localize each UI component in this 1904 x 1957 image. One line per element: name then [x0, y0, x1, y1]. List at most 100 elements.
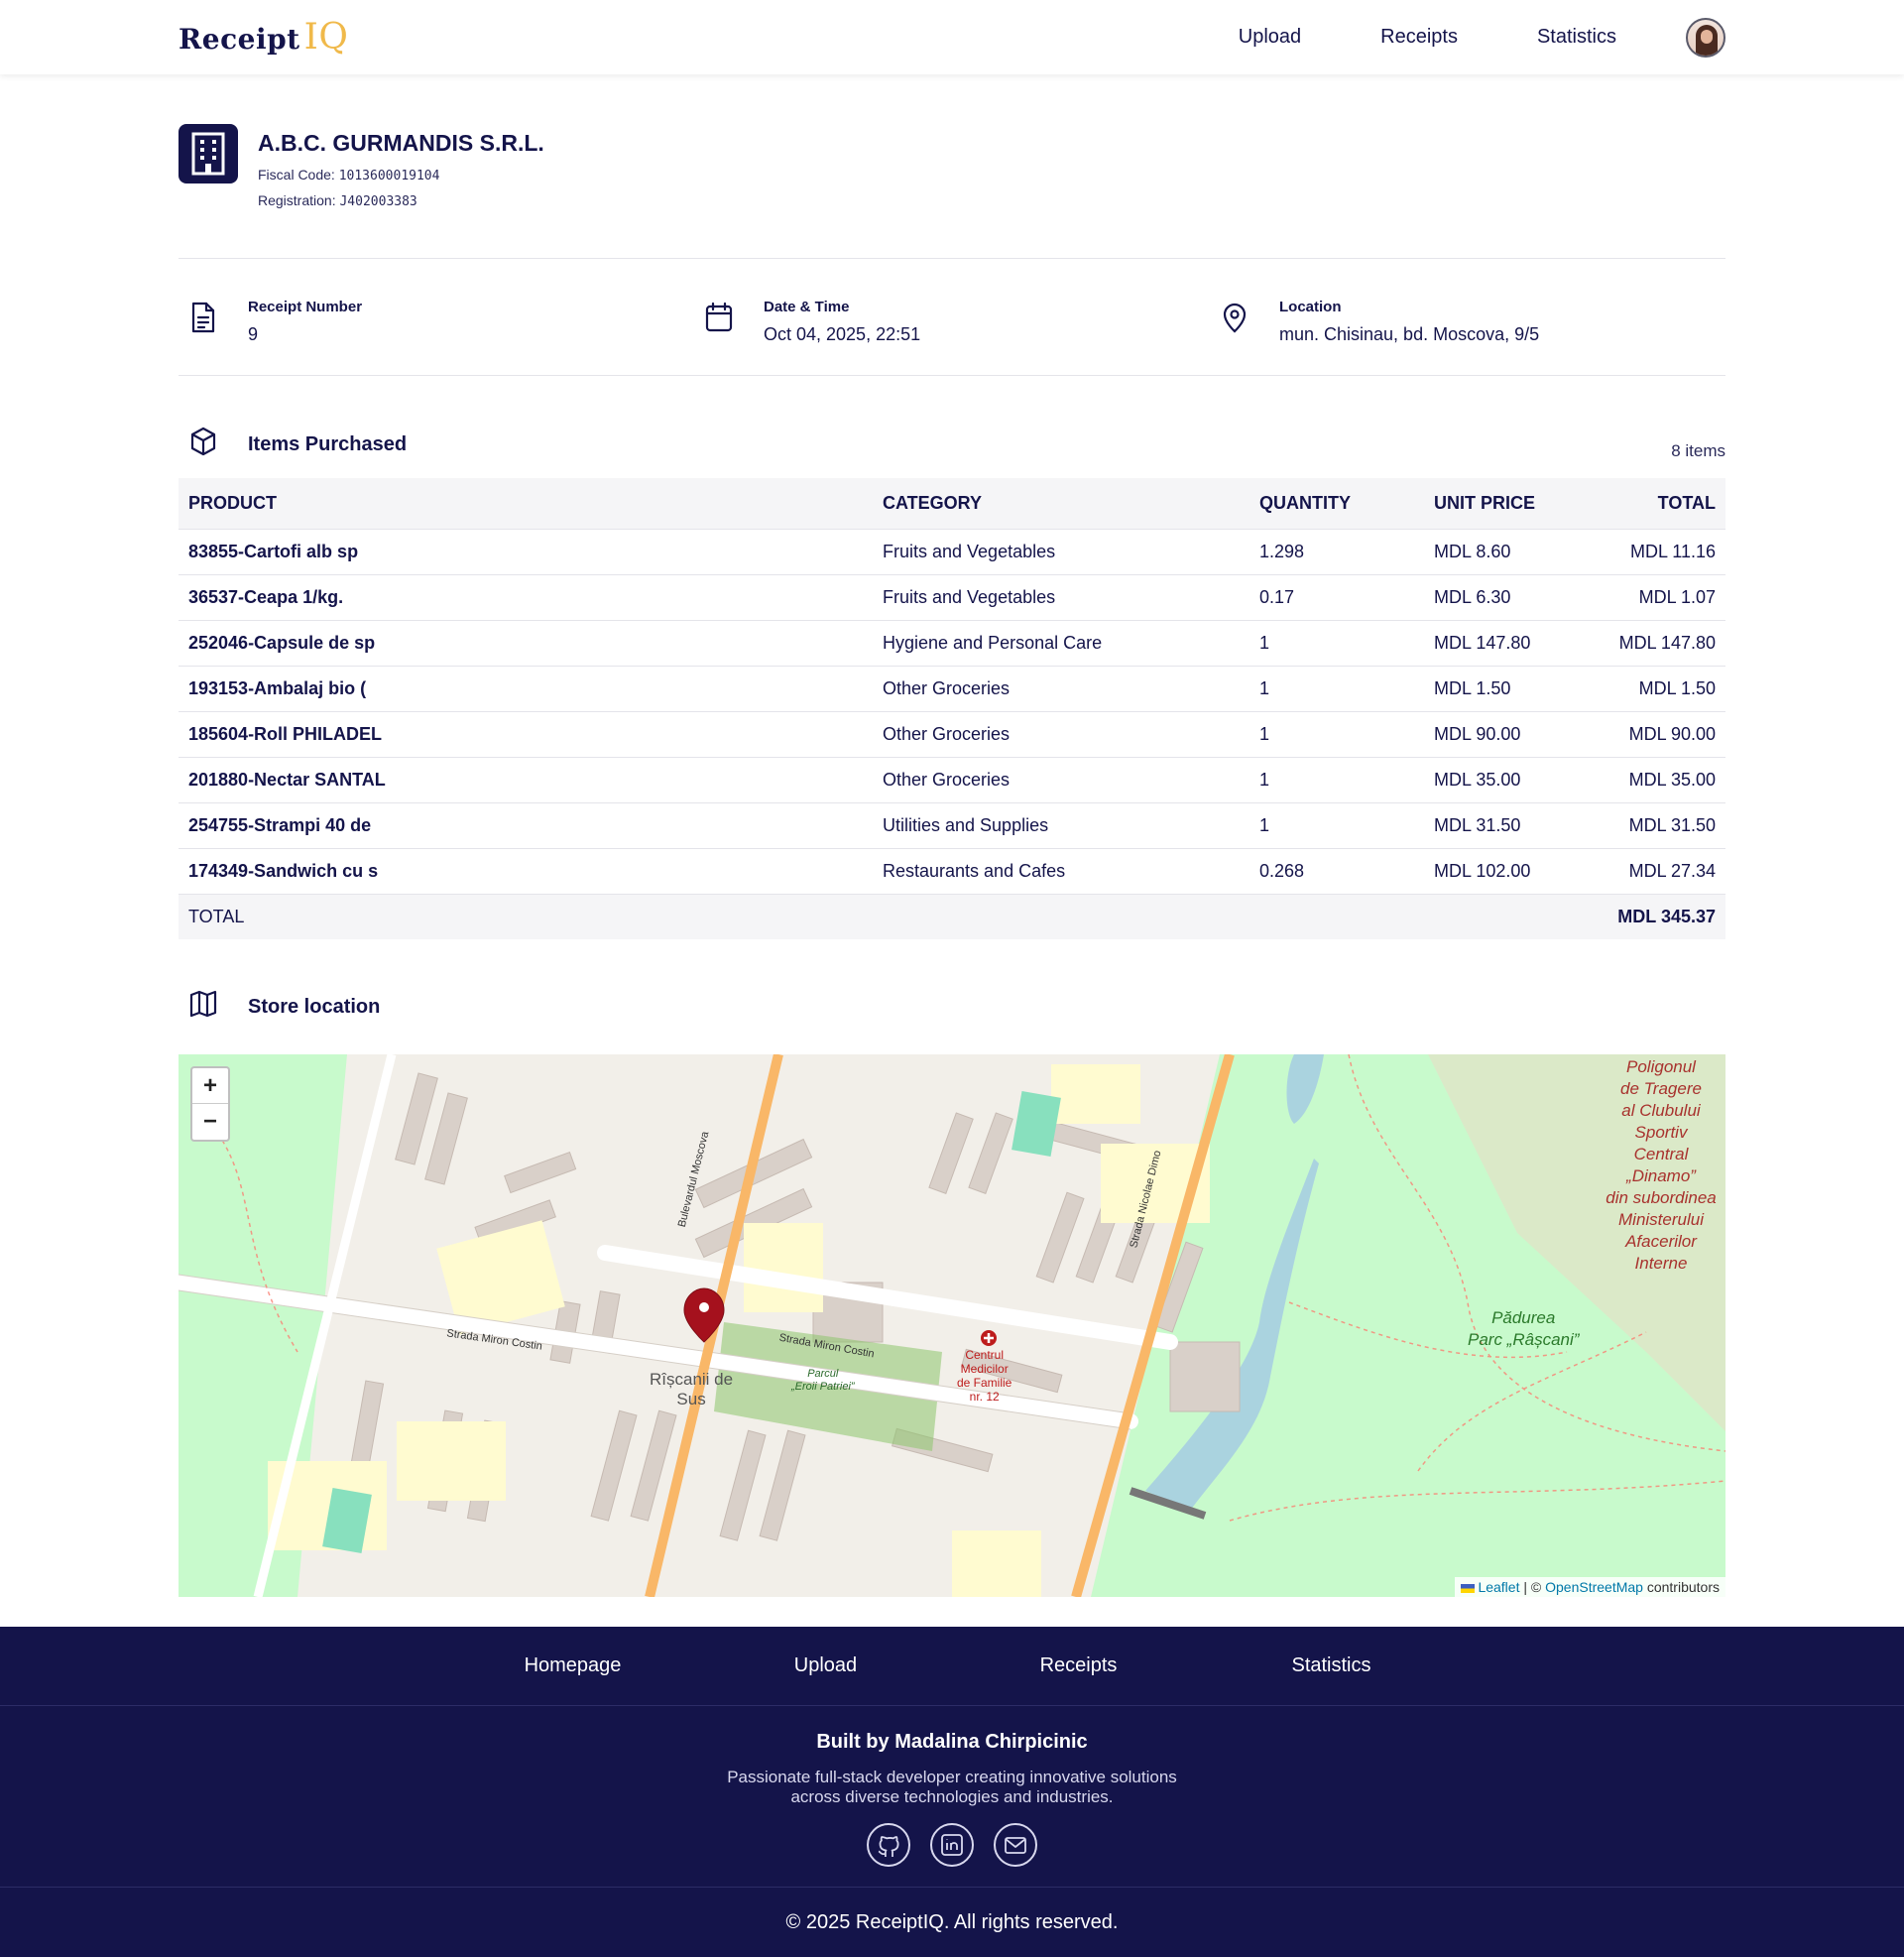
table-row: 193153-Ambalaj bio ( Other Groceries 1 M… [178, 665, 1726, 711]
map-label-district: Rîșcanii de Sus [650, 1370, 733, 1409]
github-icon[interactable] [867, 1823, 910, 1867]
zoom-out-button[interactable]: − [192, 1104, 228, 1140]
items-title: Items Purchased [178, 426, 407, 463]
table-header-row: PRODUCT CATEGORY QUANTITY UNIT PRICE TOT… [178, 478, 1726, 529]
document-icon [178, 299, 228, 339]
column-header-product: PRODUCT [178, 478, 873, 529]
cell-product: 254755-Strampi 40 de [178, 801, 873, 848]
receipt-number-cell: Receipt Number 9 [178, 299, 694, 345]
map-header: Store location [178, 939, 1726, 1054]
user-avatar[interactable] [1686, 17, 1726, 58]
items-count: 8 items [1671, 441, 1726, 460]
cell-product: 185604-Roll PHILADEL [178, 710, 873, 757]
items-title-text: Items Purchased [248, 432, 408, 455]
cell-unit-price: MDL 90.00 [1424, 710, 1599, 757]
social-links [0, 1823, 1904, 1867]
cell-category: Other Groceries [873, 710, 1250, 757]
cell-category: Fruits and Vegetables [873, 528, 1250, 574]
leaflet-link[interactable]: Leaflet [1478, 1579, 1519, 1595]
district-line2: Sus [676, 1390, 706, 1408]
table-row: 174349-Sandwich cu s Restaurants and Caf… [178, 847, 1726, 894]
cell-unit-price: MDL 8.60 [1424, 528, 1599, 574]
medical-line4: nr. 12 [969, 1390, 1000, 1404]
ukraine-flag-icon [1461, 1583, 1476, 1593]
location-value: mun. Chisinau, bd. Moscova, 9/5 [1279, 324, 1540, 344]
avatar-face [1701, 29, 1713, 44]
table-row: 185604-Roll PHILADEL Other Groceries 1 M… [178, 710, 1726, 757]
military-line: Ministerului [1618, 1210, 1704, 1229]
total-label: TOTAL [178, 893, 873, 939]
cell-unit-price: MDL 1.50 [1424, 665, 1599, 711]
cell-quantity: 1 [1250, 756, 1424, 802]
forest-line2: Parc „Râșcani” [1468, 1330, 1580, 1349]
footer-statistics-link[interactable]: Statistics [1205, 1654, 1458, 1677]
medical-line1: Centrul [965, 1348, 1005, 1362]
cell-quantity: 1.298 [1250, 528, 1424, 574]
datetime-cell: Date & Time Oct 04, 2025, 22:51 [694, 299, 1210, 345]
main-nav: Upload Receipts Statistics [1239, 17, 1726, 58]
store-map[interactable]: Rîșcanii de Sus Pădurea Parc „Râșcani” S… [178, 1054, 1726, 1597]
footer-upload-link[interactable]: Upload [699, 1654, 952, 1677]
table-row: 252046-Capsule de sp Hygiene and Persona… [178, 619, 1726, 666]
map-label-park: Parcul „Eroii Patriei” [791, 1368, 855, 1394]
footer-nav: Homepage Upload Receipts Statistics [0, 1627, 1904, 1706]
nav-receipts-link[interactable]: Receipts [1380, 26, 1458, 49]
cell-quantity: 0.268 [1250, 847, 1424, 894]
total-row: TOTAL MDL 345.37 [178, 893, 1726, 939]
map-icon [178, 989, 228, 1025]
box-icon [178, 426, 228, 463]
items-table: PRODUCT CATEGORY QUANTITY UNIT PRICE TOT… [178, 478, 1726, 939]
table-row: 201880-Nectar SANTAL Other Groceries 1 M… [178, 756, 1726, 802]
linkedin-icon[interactable] [930, 1823, 974, 1867]
datetime-label: Date & Time [764, 299, 850, 315]
location-pin-icon [1210, 299, 1259, 339]
nav-statistics-link[interactable]: Statistics [1537, 26, 1616, 49]
military-line: Central [1633, 1145, 1689, 1163]
zoom-in-button[interactable]: + [192, 1068, 228, 1104]
military-line: „Dinamo” [1626, 1166, 1696, 1185]
nav-upload-link[interactable]: Upload [1239, 26, 1301, 49]
cell-unit-price: MDL 31.50 [1424, 801, 1599, 848]
cell-product: 193153-Ambalaj bio ( [178, 665, 873, 711]
cell-total: MDL 1.07 [1599, 573, 1726, 620]
email-icon[interactable] [994, 1823, 1037, 1867]
cell-unit-price: MDL 102.00 [1424, 847, 1599, 894]
footer-homepage-link[interactable]: Homepage [446, 1654, 699, 1677]
cell-category: Restaurants and Cafes [873, 847, 1250, 894]
cell-total: MDL 90.00 [1599, 710, 1726, 757]
cell-quantity: 1 [1250, 665, 1424, 711]
fiscal-code-value: 1013600019104 [338, 169, 440, 183]
map-zoom-control: + − [190, 1066, 230, 1142]
cell-product: 252046-Capsule de sp [178, 619, 873, 666]
cell-total: MDL 35.00 [1599, 756, 1726, 802]
cell-unit-price: MDL 35.00 [1424, 756, 1599, 802]
built-by: Built by Madalina Chirpicinic [816, 1731, 1088, 1753]
author-description: Passionate full-stack developer creating… [727, 1768, 1177, 1806]
cell-category: Other Groceries [873, 665, 1250, 711]
total-value: MDL 345.37 [1599, 893, 1726, 939]
receipt-detail: A.B.C. GURMANDIS S.R.L. Fiscal Code: 101… [178, 74, 1726, 1597]
cell-category: Hygiene and Personal Care [873, 619, 1250, 666]
fiscal-code-label: Fiscal Code: [258, 167, 335, 183]
osm-link[interactable]: OpenStreetMap [1545, 1579, 1643, 1595]
building-icon [178, 124, 238, 183]
cell-category: Other Groceries [873, 756, 1250, 802]
map-label-forest: Pădurea Parc „Râșcani” [1468, 1307, 1579, 1351]
cell-product: 36537-Ceapa 1/kg. [178, 573, 873, 620]
footer-about: Built by Madalina Chirpicinic Passionate… [0, 1706, 1904, 1888]
cell-total: MDL 1.50 [1599, 665, 1726, 711]
top-navigation-bar: Receipt IQ Upload Receipts Statistics [0, 0, 1904, 74]
map-label-medical: Centrul Medicilor de Familie nr. 12 [957, 1348, 1012, 1404]
location-cell: Location mun. Chisinau, bd. Moscova, 9/5 [1210, 299, 1726, 345]
datetime-value: Oct 04, 2025, 22:51 [764, 324, 921, 344]
military-line: din subordinea [1606, 1188, 1717, 1207]
footer-receipts-link[interactable]: Receipts [952, 1654, 1205, 1677]
fiscal-code: Fiscal Code: 1013600019104 [258, 167, 544, 183]
map-attribution: Leaflet | © OpenStreetMap contributors [1455, 1577, 1726, 1597]
app-logo[interactable]: Receipt IQ [178, 17, 348, 58]
table-row: 254755-Strampi 40 de Utilities and Suppl… [178, 801, 1726, 848]
cell-quantity: 0.17 [1250, 573, 1424, 620]
calendar-icon [694, 299, 744, 339]
column-header-category: CATEGORY [873, 478, 1250, 529]
logo-text-receipt: Receipt [178, 23, 300, 56]
